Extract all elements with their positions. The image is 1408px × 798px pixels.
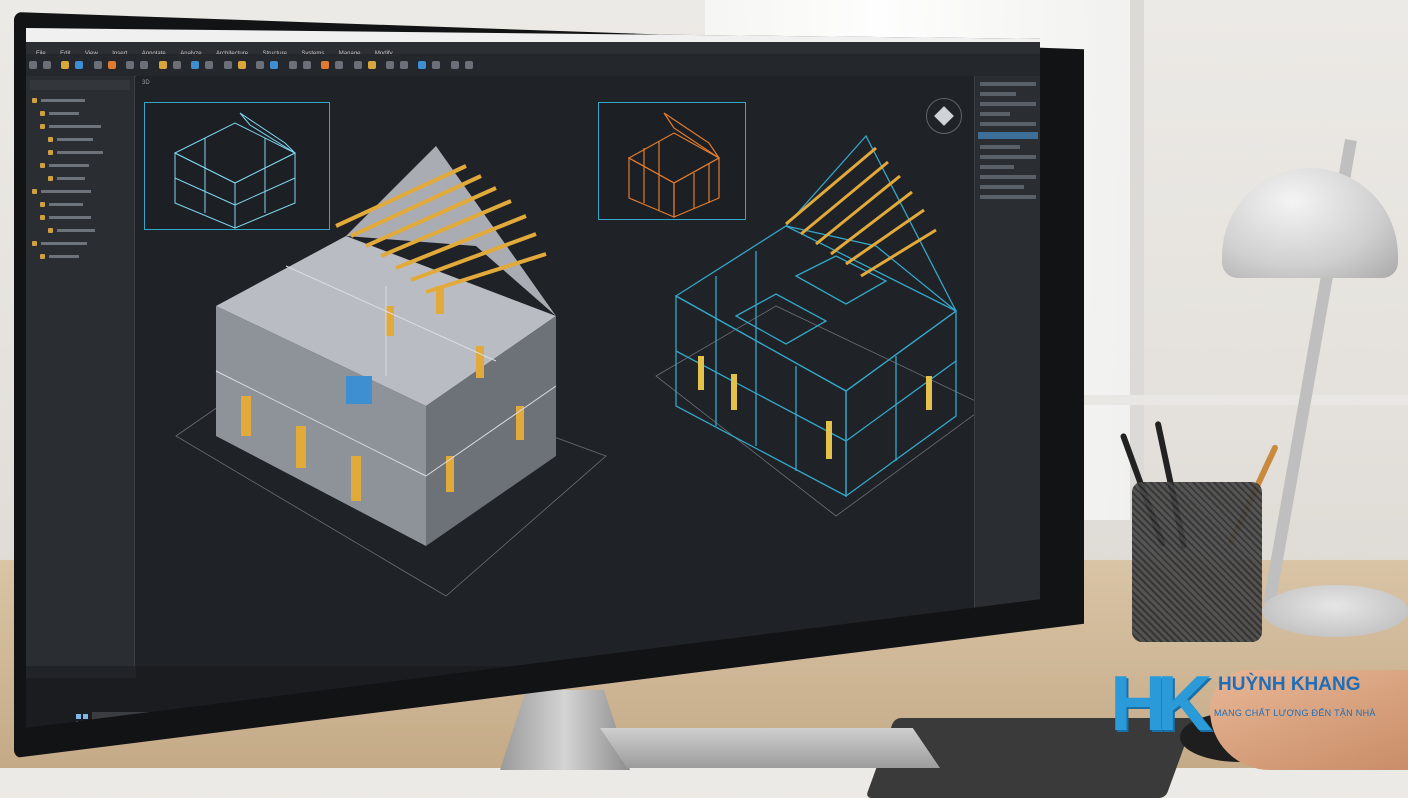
brand-logo: HK HUỲNH KHANG MANG CHẤT LƯỢNG ĐẾN TẬN N… (1110, 660, 1408, 750)
monitor-stand-foot (600, 728, 940, 768)
tool-icon[interactable] (302, 61, 311, 69)
tool-icon[interactable] (335, 61, 344, 69)
tool-icon[interactable] (29, 61, 37, 69)
property-row[interactable] (980, 112, 1010, 116)
tool-icon[interactable] (75, 61, 84, 69)
brand-monogram: HK (1110, 659, 1213, 747)
panel-header (30, 80, 130, 90)
property-row[interactable] (980, 195, 1036, 199)
window-frame (1130, 0, 1144, 520)
property-row[interactable] (980, 175, 1036, 179)
tool-icon[interactable] (321, 61, 330, 69)
property-row[interactable] (980, 102, 1036, 106)
tree-item[interactable] (32, 252, 128, 260)
tree-item[interactable] (32, 187, 128, 195)
project-browser-panel (26, 76, 135, 666)
tool-icon[interactable] (43, 61, 51, 69)
tree-item[interactable] (32, 135, 128, 143)
property-row[interactable] (980, 82, 1036, 86)
tool-icon[interactable] (140, 61, 149, 69)
tool-icon[interactable] (270, 61, 279, 69)
ribbon-toolbar (26, 54, 1040, 77)
tool-icon[interactable] (256, 61, 265, 69)
window-sill (1060, 395, 1408, 405)
tree-item[interactable] (32, 161, 128, 169)
model-canvas (175, 134, 974, 597)
properties-panel (974, 76, 1040, 666)
tool-icon[interactable] (450, 61, 459, 69)
tree-item[interactable] (32, 148, 128, 156)
tree-item[interactable] (32, 109, 128, 117)
property-row[interactable] (980, 185, 1024, 189)
property-row[interactable] (980, 165, 1014, 169)
tree-item[interactable] (32, 226, 128, 234)
property-row-selected[interactable] (978, 132, 1038, 139)
property-row[interactable] (980, 92, 1016, 96)
tree-item[interactable] (32, 122, 128, 130)
tool-icon[interactable] (191, 61, 200, 69)
tree-item[interactable] (32, 174, 128, 182)
tool-icon[interactable] (385, 61, 394, 69)
tool-icon[interactable] (205, 61, 214, 69)
tool-icon[interactable] (223, 61, 232, 69)
tree-item[interactable] (32, 213, 128, 221)
tool-icon[interactable] (126, 61, 135, 69)
pencil-cup (1132, 482, 1262, 642)
tool-icon[interactable] (61, 61, 70, 69)
tool-icon[interactable] (353, 61, 362, 69)
tree-item[interactable] (32, 96, 128, 104)
wireframe-house-model (674, 134, 958, 498)
brand-name: HUỲNH KHANG (1218, 674, 1361, 695)
solid-house-model (215, 146, 557, 546)
menu-bar: File Edit View Insert Annotate Analyze A… (26, 42, 1040, 57)
3d-viewport[interactable]: 3D (136, 76, 974, 666)
tool-icon[interactable] (158, 61, 167, 69)
tool-icon[interactable] (399, 61, 408, 69)
tool-icon[interactable] (107, 61, 116, 69)
tool-icon[interactable] (464, 61, 473, 69)
tool-icon[interactable] (432, 61, 441, 69)
property-row[interactable] (980, 155, 1036, 159)
lamp-base (1262, 585, 1408, 637)
tool-icon[interactable] (288, 61, 297, 69)
property-row[interactable] (980, 122, 1036, 126)
tool-icon[interactable] (418, 61, 427, 69)
property-row[interactable] (980, 145, 1020, 149)
tool-icon[interactable] (367, 61, 376, 69)
tree-item[interactable] (32, 200, 128, 208)
tool-icon[interactable] (237, 61, 246, 69)
brand-tagline: MANG CHẤT LƯỢNG ĐẾN TẬN NHÀ (1214, 708, 1376, 718)
tool-icon[interactable] (93, 61, 102, 69)
tree-item[interactable] (32, 239, 128, 247)
lamp-head (1222, 168, 1398, 278)
tool-icon[interactable] (172, 61, 181, 69)
